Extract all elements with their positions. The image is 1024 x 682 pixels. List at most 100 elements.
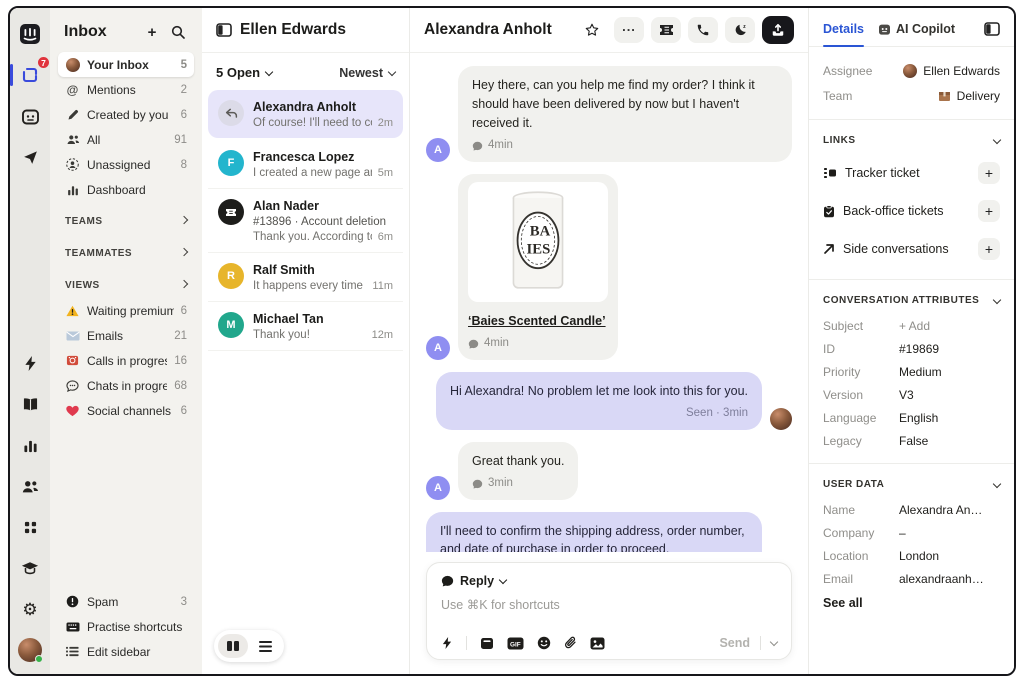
emoji-button[interactable] xyxy=(537,636,551,650)
conversation-item-michael[interactable]: M Michael Tan Thank you!12m xyxy=(208,302,403,351)
sidebar-item-mentions[interactable]: @ Mentions 2 xyxy=(58,77,194,102)
image-button[interactable] xyxy=(590,637,605,650)
collapse-panel-button[interactable] xyxy=(984,22,1000,36)
reply-mode-dropdown[interactable]: Reply xyxy=(441,574,777,588)
user-data-company[interactable]: – xyxy=(899,526,906,540)
attr-value-priority[interactable]: Medium xyxy=(899,365,942,379)
close-conversation-button[interactable] xyxy=(762,16,794,44)
attr-value-id[interactable]: #19869 xyxy=(899,342,939,356)
attr-value-version[interactable]: V3 xyxy=(899,388,914,402)
attr-value-subject[interactable]: + Add xyxy=(899,319,930,333)
sidebar-item-your-inbox[interactable]: Your Inbox 5 xyxy=(58,52,194,77)
split-view-button[interactable] xyxy=(218,634,248,658)
section-label: VIEWS xyxy=(65,280,181,291)
sidebar-view-emails[interactable]: Emails 21 xyxy=(58,323,194,348)
tab-details[interactable]: Details xyxy=(823,22,864,36)
rail-reports-icon[interactable] xyxy=(16,431,44,459)
sidebar-bottom-group: Spam 3 Practise shortcuts Edit sidebar xyxy=(58,589,194,664)
add-tracker-ticket-button[interactable]: + xyxy=(978,162,1000,184)
collapse-list-button[interactable] xyxy=(216,23,232,37)
conversation-item-ralf[interactable]: R Ralf Smith It happens every time I ref… xyxy=(208,253,403,302)
links-header[interactable]: LINKS xyxy=(823,131,1000,154)
sidebar-item-all[interactable]: All 91 xyxy=(58,127,194,152)
open-filter-dropdown[interactable]: 5 Open xyxy=(216,65,272,80)
assignee-value[interactable]: Ellen Edwards xyxy=(903,64,1000,78)
sidebar-item-label: Waiting premium xyxy=(87,304,174,318)
lightning-icon xyxy=(441,636,453,650)
conversation-attributes-header[interactable]: CONVERSATION ATTRIBUTES xyxy=(823,291,1000,314)
rail-academy-icon[interactable] xyxy=(16,554,44,582)
initial-avatar: R xyxy=(218,263,244,289)
sidebar-item-created-by-you[interactable]: Created by you 6 xyxy=(58,102,194,127)
rail-apps-icon[interactable] xyxy=(16,513,44,541)
attr-value-legacy[interactable]: False xyxy=(899,434,928,448)
sidebar-section-teammates[interactable]: TEAMMATES xyxy=(58,240,194,266)
search-icon xyxy=(171,25,185,39)
pencil-icon xyxy=(65,107,80,122)
conversation-item-alexandra[interactable]: Alexandra Anholt Of course! I'll need to… xyxy=(208,90,403,138)
sidebar-item-spam[interactable]: Spam 3 xyxy=(58,589,194,614)
tracker-ticket-icon xyxy=(823,167,837,179)
bar-chart-glyph xyxy=(23,438,38,453)
conversation-item-alan[interactable]: Alan Nader #13896 · Account deletion Tha… xyxy=(208,189,403,253)
user-data-name[interactable]: Alexandra An… xyxy=(899,503,982,517)
more-options-button[interactable]: ... xyxy=(614,17,644,43)
add-side-conversation-button[interactable]: + xyxy=(978,238,1000,260)
gif-button[interactable]: GIF xyxy=(507,637,524,650)
product-card[interactable]: BA IES xyxy=(468,182,608,302)
snooze-button[interactable]: z xyxy=(725,17,755,43)
rail-fin-ai-icon[interactable] xyxy=(16,102,44,130)
tab-ai-copilot[interactable]: AI Copilot xyxy=(878,22,955,36)
rail-settings-icon[interactable]: ⚙ xyxy=(16,595,44,623)
rail-outbound-icon[interactable] xyxy=(16,143,44,171)
user-data-header[interactable]: USER DATA xyxy=(823,475,1000,498)
chevron-right-icon xyxy=(180,248,188,256)
call-button[interactable] xyxy=(688,17,718,43)
tab-label: Details xyxy=(823,22,864,36)
list-view-button[interactable] xyxy=(250,634,280,658)
rail-lightning-icon[interactable] xyxy=(16,349,44,377)
star-button[interactable] xyxy=(577,17,607,43)
user-data-location[interactable]: London xyxy=(899,549,939,563)
send-options-chevron[interactable] xyxy=(770,638,778,646)
send-button[interactable]: Send xyxy=(719,636,750,650)
search-button[interactable] xyxy=(168,22,188,42)
user-data-label: Email xyxy=(823,572,899,586)
new-conversation-button[interactable]: + xyxy=(142,22,162,42)
attachment-button[interactable] xyxy=(564,636,577,650)
sidebar-view-waiting-premium[interactable]: Waiting premium 6 xyxy=(58,298,194,323)
customer-avatar: A xyxy=(426,336,450,360)
rail-contacts-icon[interactable] xyxy=(16,472,44,500)
rail-knowledge-icon[interactable] xyxy=(16,390,44,418)
ticket-button[interactable] xyxy=(651,17,681,43)
user-data-section: USER DATA NameAlexandra An… Company– Loc… xyxy=(809,464,1014,621)
sidebar-section-views[interactable]: VIEWS xyxy=(58,272,194,298)
user-data-email[interactable]: alexandraanh… xyxy=(899,572,984,586)
team-value[interactable]: Delivery xyxy=(938,89,1000,103)
rail-user-avatar[interactable] xyxy=(16,636,44,664)
sidebar-title: Inbox xyxy=(64,23,136,41)
sort-dropdown[interactable]: Newest xyxy=(339,66,395,80)
envelope-icon xyxy=(65,328,80,343)
panel-toggle-icon xyxy=(984,22,1000,36)
sidebar-item-edit-sidebar[interactable]: Edit sidebar xyxy=(58,639,194,664)
sidebar-view-social[interactable]: Social channels 6 xyxy=(58,398,194,423)
sidebar-item-practise-shortcuts[interactable]: Practise shortcuts xyxy=(58,614,194,639)
see-all-link[interactable]: See all xyxy=(823,590,1000,610)
product-link[interactable]: ‘Baies Scented Candle’ xyxy=(468,312,606,331)
shortcuts-lightning-button[interactable] xyxy=(441,636,453,650)
message-input[interactable] xyxy=(441,598,777,612)
sidebar-section-teams[interactable]: TEAMS xyxy=(58,208,194,234)
link-row-side-conversations: Side conversations + xyxy=(823,230,1000,268)
link-label: Side conversations xyxy=(843,242,970,256)
add-back-office-ticket-button[interactable]: + xyxy=(978,200,1000,222)
rail-inbox-icon[interactable]: 7 xyxy=(16,61,44,89)
intercom-logo-icon[interactable] xyxy=(16,20,44,48)
sidebar-item-dashboard[interactable]: Dashboard xyxy=(58,177,194,202)
sidebar-view-calls[interactable]: Calls in progress 16 xyxy=(58,348,194,373)
sidebar-item-unassigned[interactable]: Unassigned 8 xyxy=(58,152,194,177)
macros-button[interactable] xyxy=(480,637,494,650)
conversation-item-francesca[interactable]: F Francesca Lopez I created a new page a… xyxy=(208,140,403,189)
sidebar-view-chats[interactable]: Chats in progress 68 xyxy=(58,373,194,398)
attr-value-language[interactable]: English xyxy=(899,411,938,425)
